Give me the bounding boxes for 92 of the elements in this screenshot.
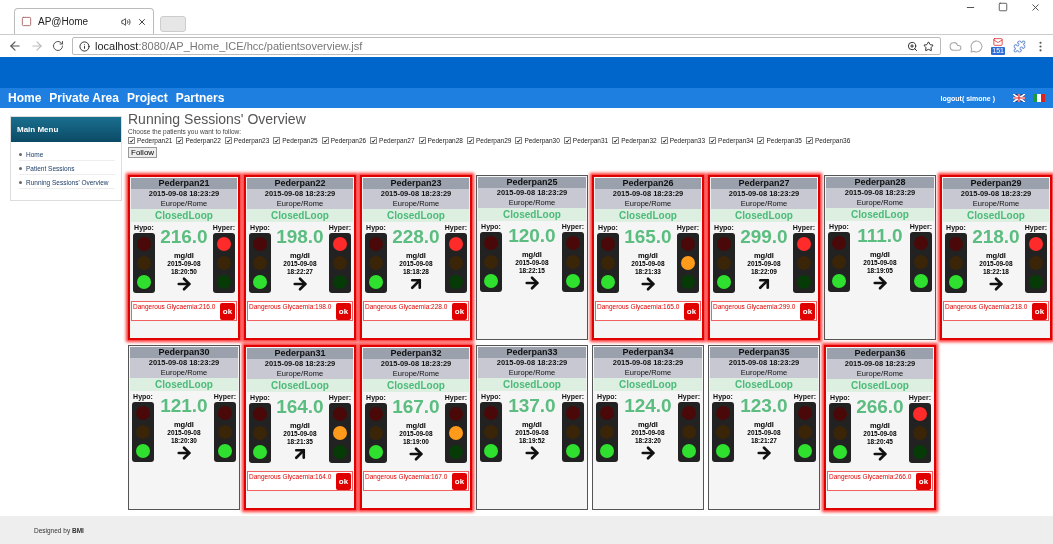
glucose-value: 164.0 bbox=[276, 396, 324, 418]
glucose-value: 123.0 bbox=[740, 395, 788, 417]
glucose-value: 218.0 bbox=[972, 226, 1020, 248]
nav-link[interactable]: Project bbox=[126, 91, 168, 105]
glucose-value: 167.0 bbox=[392, 396, 440, 418]
mail-icon[interactable] bbox=[993, 37, 1004, 47]
checkbox[interactable] bbox=[418, 137, 426, 144]
mode-label: ClosedLoop bbox=[130, 378, 238, 391]
patient-name: Pederpan35 bbox=[710, 347, 818, 358]
italy-flag-icon[interactable] bbox=[1033, 94, 1045, 102]
mode-label: ClosedLoop bbox=[478, 378, 586, 391]
info-icon[interactable] bbox=[79, 40, 90, 52]
follow-button[interactable]: Follow bbox=[128, 147, 158, 158]
address-field[interactable]: localhost:8080/AP_Home_ICE/hcc/patientsoverview.jsf bbox=[72, 37, 942, 55]
patient-name: Pederpan28 bbox=[826, 177, 934, 188]
close-window-icon[interactable] bbox=[1030, 2, 1041, 13]
ok-button[interactable]: ok bbox=[916, 473, 931, 490]
patient-name: Pederpan23 bbox=[363, 178, 469, 189]
checkbox[interactable] bbox=[128, 137, 135, 144]
glucose-value: 111.0 bbox=[857, 225, 903, 247]
patient-name: Pederpan30 bbox=[130, 347, 238, 358]
checkbox[interactable] bbox=[515, 137, 523, 144]
checkbox[interactable] bbox=[273, 137, 281, 144]
browser-tab[interactable]: AP@Home bbox=[14, 8, 154, 34]
patient-name: Pederpan26 bbox=[595, 178, 701, 189]
uk-flag-icon[interactable] bbox=[1013, 94, 1025, 102]
close-icon[interactable] bbox=[137, 16, 147, 27]
checkbox[interactable] bbox=[370, 137, 378, 144]
mode-label: ClosedLoop bbox=[595, 209, 701, 222]
mode-label: ClosedLoop bbox=[363, 379, 469, 392]
checkbox[interactable] bbox=[176, 137, 184, 144]
nav-link[interactable]: Private Area bbox=[49, 91, 119, 105]
glucose-value: 198.0 bbox=[276, 226, 324, 248]
checkbox[interactable] bbox=[466, 137, 474, 144]
checkbox[interactable] bbox=[321, 137, 329, 144]
nav-link[interactable]: Home bbox=[8, 91, 42, 105]
checkbox[interactable] bbox=[709, 137, 717, 144]
back-icon[interactable] bbox=[8, 39, 22, 53]
mode-label: ClosedLoop bbox=[247, 379, 353, 392]
checkbox[interactable] bbox=[224, 137, 232, 144]
patient-name: Pederpan25 bbox=[478, 177, 586, 188]
ok-button[interactable]: ok bbox=[800, 303, 815, 320]
glucose-value: 228.0 bbox=[392, 226, 440, 248]
mode-label: ClosedLoop bbox=[131, 209, 237, 222]
ok-button[interactable]: ok bbox=[684, 303, 699, 320]
ok-button[interactable]: ok bbox=[452, 303, 467, 320]
glucose-value: 216.0 bbox=[160, 226, 208, 248]
extension-icon[interactable] bbox=[1013, 39, 1026, 53]
mode-label: ClosedLoop bbox=[943, 209, 1049, 222]
patient-name: Pederpan27 bbox=[711, 178, 817, 189]
mode-label: ClosedLoop bbox=[247, 209, 353, 222]
nav-link[interactable]: Partners bbox=[175, 91, 225, 105]
mode-label: ClosedLoop bbox=[594, 378, 702, 391]
patient-name: Pederpan21 bbox=[131, 178, 237, 189]
patient-name: Pederpan22 bbox=[247, 178, 353, 189]
ok-button[interactable]: ok bbox=[1032, 303, 1047, 320]
patient-name: Pederpan31 bbox=[247, 348, 353, 359]
patient-name: Pederpan29 bbox=[943, 178, 1049, 189]
speaker-icon[interactable] bbox=[121, 16, 131, 27]
ok-button[interactable]: ok bbox=[452, 473, 467, 490]
checkbox[interactable] bbox=[805, 137, 813, 144]
patient-name: Pederpan34 bbox=[594, 347, 702, 358]
glucose-value: 165.0 bbox=[624, 226, 672, 248]
mode-label: ClosedLoop bbox=[710, 378, 818, 391]
patient-name: Pederpan33 bbox=[478, 347, 586, 358]
mode-label: ClosedLoop bbox=[478, 208, 586, 221]
glucose-value: 120.0 bbox=[508, 225, 556, 247]
patient-name: Pederpan36 bbox=[827, 348, 933, 359]
mode-label: ClosedLoop bbox=[826, 208, 934, 221]
zoom-icon[interactable] bbox=[907, 40, 919, 52]
favicon-icon bbox=[21, 16, 32, 27]
menu-title: Main Menu bbox=[11, 117, 121, 142]
checkbox[interactable] bbox=[612, 137, 620, 144]
glucose-value: 137.0 bbox=[508, 395, 556, 417]
glucose-value: 124.0 bbox=[624, 395, 672, 417]
checkbox[interactable] bbox=[660, 137, 668, 144]
glucose-value: 299.0 bbox=[740, 226, 788, 248]
mode-label: ClosedLoop bbox=[827, 379, 933, 392]
page-title: Running Sessions' Overview bbox=[128, 112, 307, 127]
checkbox[interactable] bbox=[757, 137, 765, 144]
checkbox[interactable] bbox=[563, 137, 571, 144]
maximize-icon[interactable] bbox=[998, 2, 1008, 12]
ok-button[interactable]: ok bbox=[336, 473, 351, 490]
glucose-value: 266.0 bbox=[856, 396, 904, 418]
ok-button[interactable]: ok bbox=[336, 303, 351, 320]
mode-label: ClosedLoop bbox=[363, 209, 469, 222]
star-icon[interactable] bbox=[923, 40, 935, 52]
mode-label: ClosedLoop bbox=[711, 209, 817, 222]
patient-name: Pederpan32 bbox=[363, 348, 469, 359]
glucose-value: 121.0 bbox=[160, 395, 208, 417]
reload-icon[interactable] bbox=[52, 40, 64, 52]
ok-button[interactable]: ok bbox=[220, 303, 235, 320]
